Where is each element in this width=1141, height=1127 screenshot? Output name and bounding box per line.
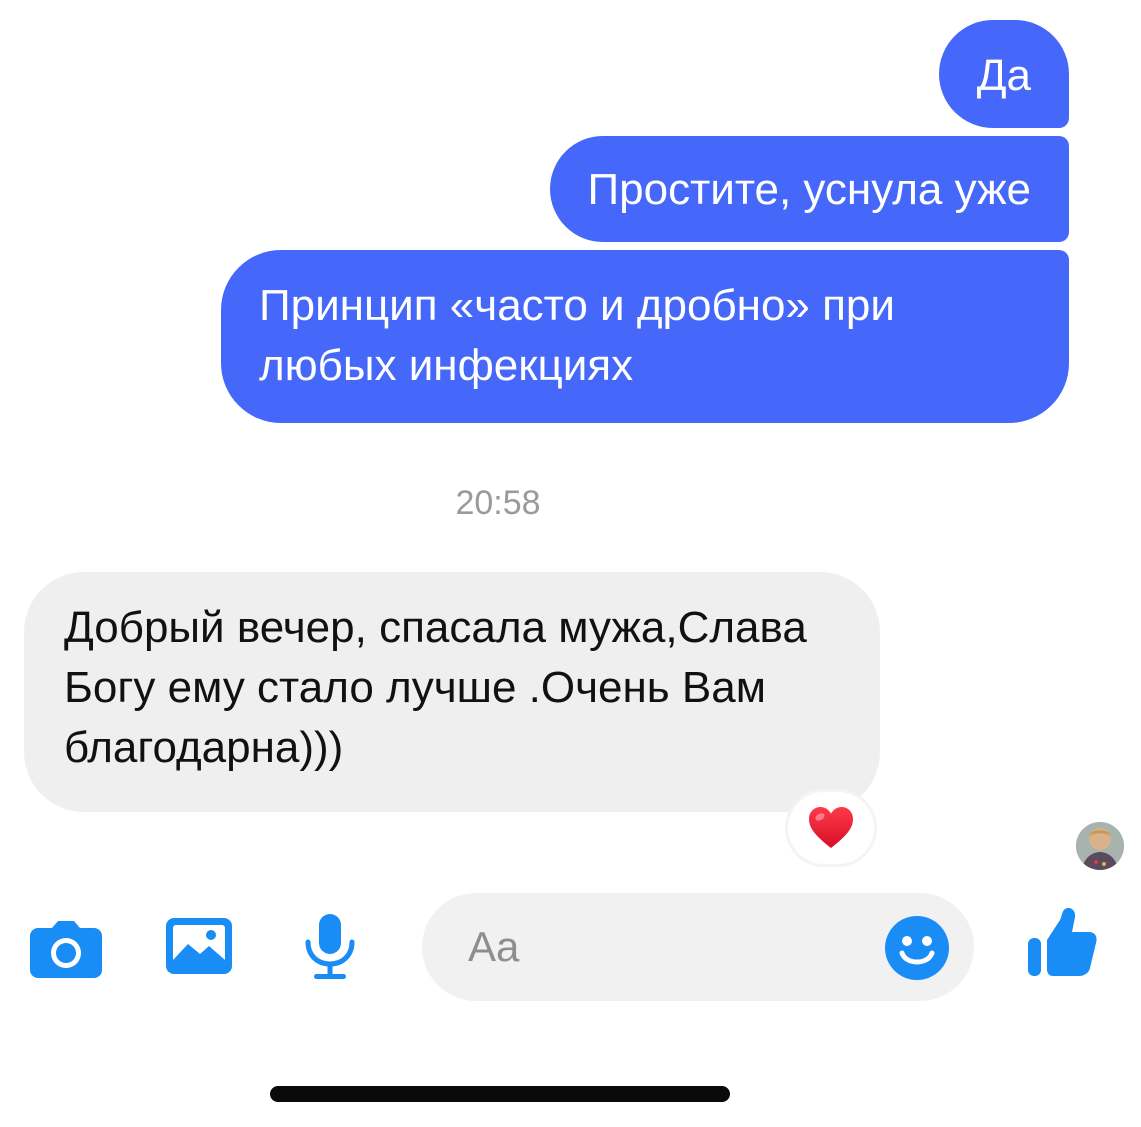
like-button[interactable]: [1026, 906, 1098, 978]
message-text: Простите, уснула уже: [587, 165, 1031, 214]
microphone-icon: [305, 914, 355, 979]
incoming-message[interactable]: Добрый вечер, спасала мужа,Слава Богу ем…: [24, 572, 880, 812]
outgoing-message[interactable]: Да: [938, 20, 1069, 128]
thumbs-up-icon: [1028, 907, 1097, 976]
message-input[interactable]: [468, 893, 868, 1001]
read-receipt-avatar: [1076, 822, 1124, 870]
camera-icon: [30, 921, 102, 978]
camera-button[interactable]: [28, 918, 104, 980]
smiley-icon: [885, 916, 949, 980]
message-composer[interactable]: [422, 893, 974, 1001]
emoji-button[interactable]: [884, 915, 950, 981]
heart-reaction[interactable]: [788, 792, 874, 864]
avatar-image: [1076, 822, 1124, 870]
message-text: Да: [976, 51, 1031, 100]
outgoing-message[interactable]: Простите, уснула уже: [549, 136, 1069, 242]
message-text: Принцип «часто и дробно» при любых инфек…: [259, 281, 895, 390]
image-icon: [166, 918, 232, 974]
message-text: Добрый вечер, спасала мужа,Слава Богу ем…: [64, 603, 807, 772]
microphone-button[interactable]: [300, 912, 360, 982]
chat-screen: Да Простите, уснула уже Принцип «часто и…: [0, 0, 1141, 1127]
home-indicator[interactable]: [270, 1086, 730, 1102]
heart-icon: [809, 807, 853, 848]
outgoing-message[interactable]: Принцип «часто и дробно» при любых инфек…: [221, 250, 1069, 423]
gallery-button[interactable]: [164, 916, 234, 976]
message-timestamp: 20:58: [455, 484, 541, 522]
